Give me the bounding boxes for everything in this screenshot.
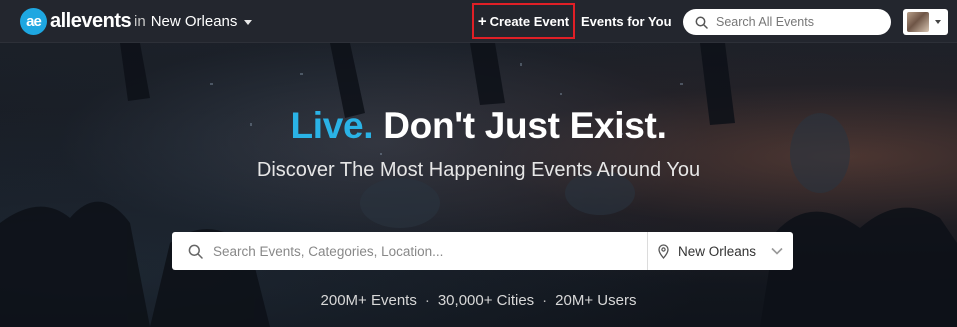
stat-separator: · (542, 292, 548, 309)
hero-subheadline: Discover The Most Happening Events Aroun… (256, 159, 701, 181)
plus-icon: + (477, 12, 487, 30)
headline-rest: Don't Just Exist. (383, 105, 667, 146)
events-for-you-link[interactable]: Events for You (581, 14, 672, 29)
header-search-box[interactable] (683, 9, 891, 35)
event-search-input[interactable] (213, 243, 633, 259)
create-event-label: Create Event (489, 13, 570, 29)
logo-mark: ae (20, 8, 47, 35)
hero-headline: Live. Don't Just Exist. (0, 105, 957, 147)
allevents-logo[interactable]: ae allevents (20, 8, 132, 35)
city-name: New Orleans (150, 13, 238, 30)
hero-background-image (0, 43, 957, 327)
stat-separator: · (424, 292, 430, 309)
hero-search-bar: New Orleans (172, 232, 793, 270)
search-icon (695, 16, 708, 29)
hero-banner: Live. Don't Just Exist. Discover The Mos… (0, 43, 957, 327)
location-pin-icon (658, 243, 669, 259)
chevron-down-icon (771, 247, 783, 255)
caret-down-icon (244, 20, 253, 25)
city-selector[interactable]: in New Orleans (134, 13, 253, 30)
stat-events: 200M+ Events (320, 292, 417, 309)
user-menu[interactable] (903, 9, 948, 35)
search-icon (188, 244, 203, 259)
stat-users: 20M+ Users (555, 292, 637, 309)
logo-text: allevents (50, 10, 132, 32)
stat-cities: 30,000+ Cities (437, 292, 535, 309)
header-search-input[interactable] (716, 15, 876, 29)
location-value: New Orleans (678, 243, 757, 259)
create-event-button[interactable]: + Create Event (472, 3, 575, 39)
avatar (907, 12, 929, 32)
event-search-field[interactable] (172, 232, 648, 270)
headline-accent: Live. (290, 105, 374, 146)
location-dropdown[interactable]: New Orleans (648, 232, 793, 270)
caret-down-icon (935, 20, 941, 24)
city-prefix: in (134, 13, 146, 30)
top-nav-bar: ae allevents in New Orleans + Create Eve… (0, 0, 957, 43)
platform-stats: 200M+ Events · 30,000+ Cities · 20M+ Users (0, 292, 957, 309)
